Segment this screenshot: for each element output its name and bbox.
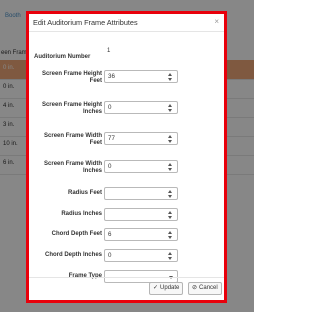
auditorium-number-label: Auditorium Number xyxy=(34,54,91,60)
spinner-icon[interactable] xyxy=(168,251,174,261)
edit-frame-modal: Edit Auditorium Frame Attributes × Audit… xyxy=(26,11,227,303)
modal-header: Edit Auditorium Frame Attributes × xyxy=(29,14,224,32)
screen-height-inches-label: Screen Frame Height Inches xyxy=(41,102,102,115)
radius-inches-label: Radius Inches xyxy=(61,211,102,217)
close-icon[interactable]: × xyxy=(214,17,219,26)
chord-depth-feet-input[interactable]: 6 xyxy=(104,228,178,241)
chord-depth-inches-input[interactable]: 0 xyxy=(104,249,178,262)
screen-width-inches-label: Screen Frame Width Inches xyxy=(44,161,102,174)
spinner-icon[interactable] xyxy=(168,210,174,220)
modal-title: Edit Auditorium Frame Attributes xyxy=(33,18,138,27)
chord-depth-inches-label: Chord Depth Inches xyxy=(44,252,102,258)
cancel-button-label: Cancel xyxy=(199,285,218,291)
spinner-icon[interactable] xyxy=(168,230,174,240)
chord-depth-feet-label: Chord Depth Feet xyxy=(51,231,102,237)
update-button[interactable]: ✓ Update xyxy=(149,282,184,295)
spinner-icon[interactable] xyxy=(168,103,174,113)
screen-width-feet-label: Screen Frame Width Feet xyxy=(44,133,102,146)
cancel-icon: ⊘ xyxy=(192,285,198,291)
radius-feet-label: Radius Feet xyxy=(67,190,102,196)
screen-height-inches-input[interactable]: 0 xyxy=(104,101,178,114)
spinner-icon[interactable] xyxy=(168,72,174,82)
modal-footer: ✓ Update ⊘ Cancel xyxy=(29,277,224,300)
cancel-button[interactable]: ⊘ Cancel xyxy=(188,282,222,295)
screen-height-feet-input[interactable]: 36 xyxy=(104,70,178,83)
screen-height-feet-label: Screen Frame Height Feet xyxy=(41,71,102,84)
check-icon: ✓ xyxy=(153,285,159,291)
update-button-label: Update xyxy=(160,285,180,291)
auditorium-number-value: 1 xyxy=(107,48,111,54)
modal-body: Auditorium Number 1 Screen Frame Height … xyxy=(29,32,224,283)
spinner-icon[interactable] xyxy=(168,189,174,199)
radius-feet-input[interactable] xyxy=(104,187,178,200)
screen-width-inches-input[interactable]: 0 xyxy=(104,160,178,173)
spinner-icon[interactable] xyxy=(168,134,174,144)
spinner-icon[interactable] xyxy=(168,162,174,172)
screen-width-feet-input[interactable]: 77 xyxy=(104,132,178,145)
radius-inches-input[interactable] xyxy=(104,208,178,221)
